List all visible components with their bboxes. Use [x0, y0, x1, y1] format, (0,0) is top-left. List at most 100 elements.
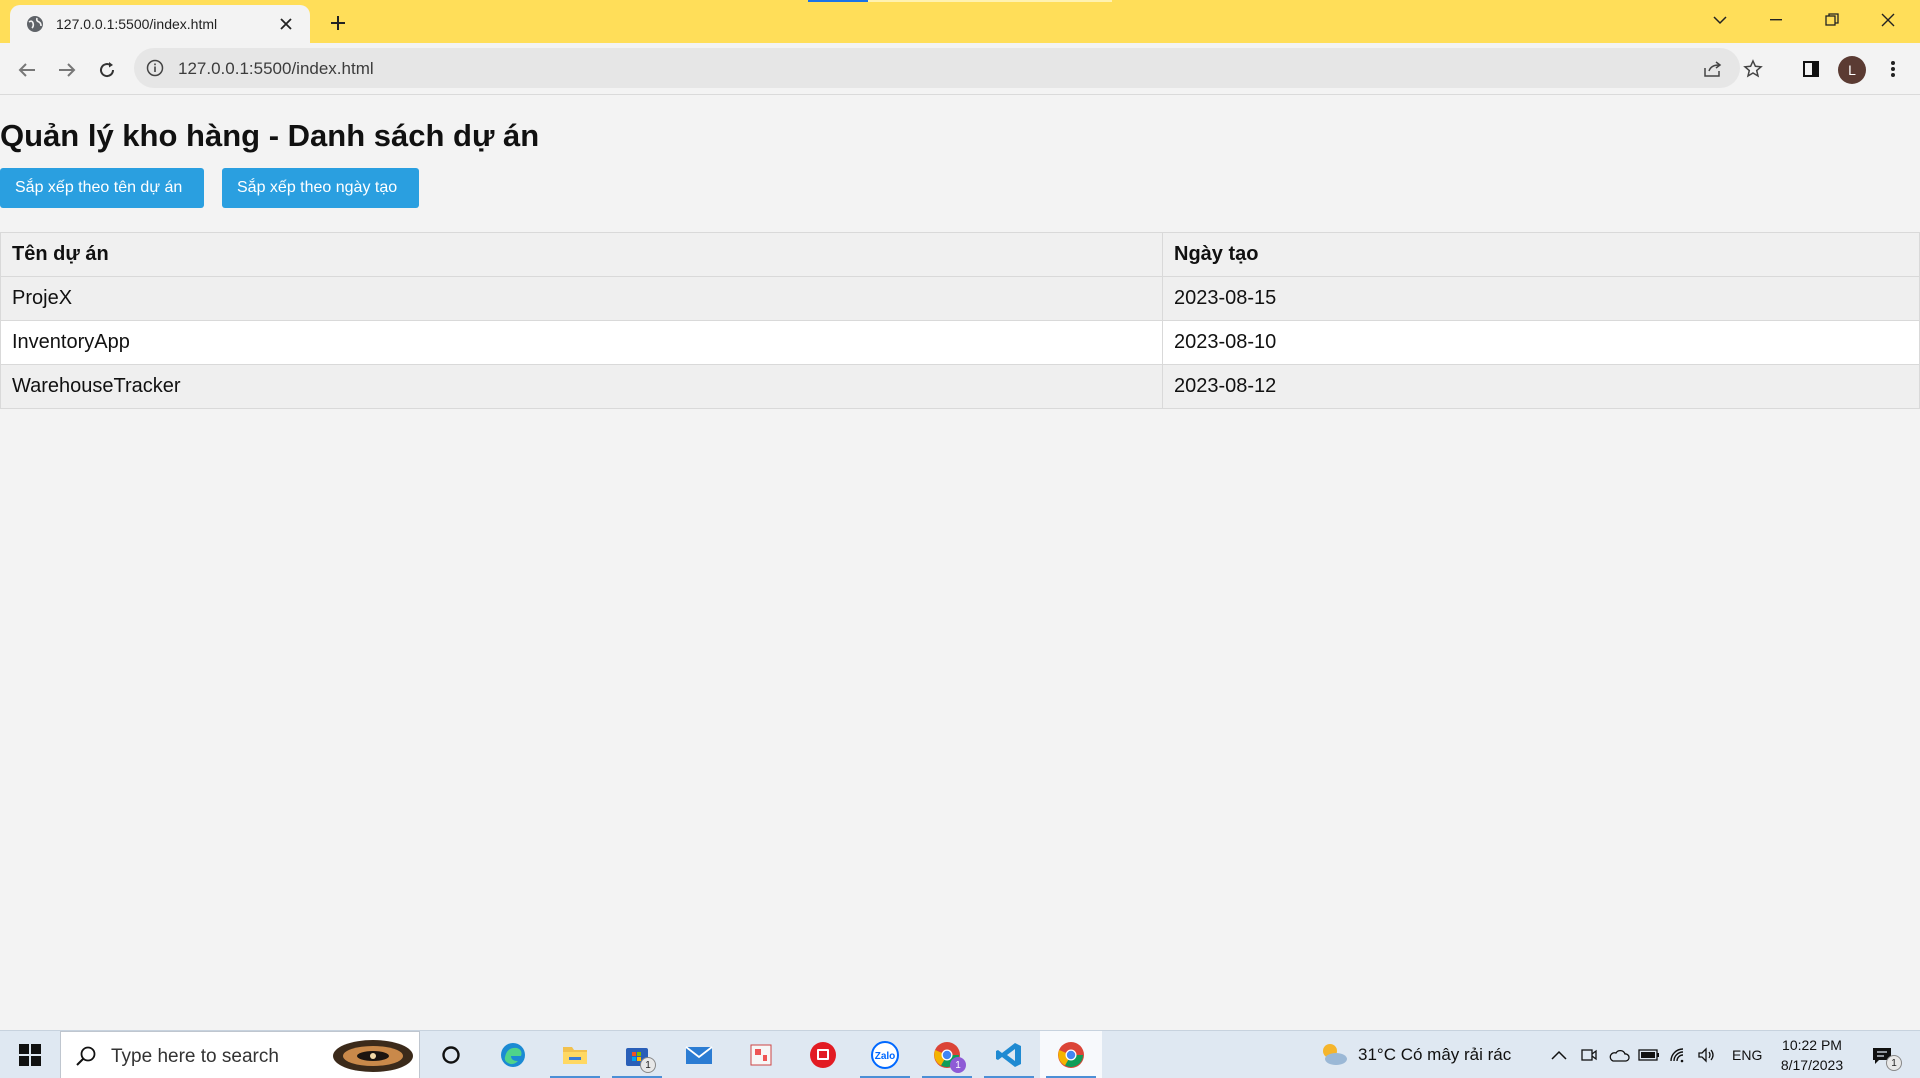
cloud-icon — [1609, 1049, 1630, 1062]
tab-strip-highlight-secondary — [868, 0, 1112, 2]
project-name-cell: InventoryApp — [0, 320, 1163, 365]
store-badge: 1 — [640, 1057, 656, 1073]
plus-icon — [331, 16, 345, 30]
svg-text:Zalo: Zalo — [875, 1051, 896, 1062]
battery-button[interactable] — [1638, 1044, 1660, 1066]
clock[interactable]: 10:22 PM 8/17/2023 — [1764, 1035, 1860, 1075]
zalo-app[interactable]: Zalo — [854, 1031, 916, 1078]
address-bar[interactable]: 127.0.0.1:5500/index.html — [134, 48, 1763, 88]
kebab-menu-icon — [1891, 61, 1895, 77]
snipping-tool-app[interactable] — [730, 1031, 792, 1078]
site-info-icon[interactable] — [146, 59, 164, 77]
project-name-cell: WarehouseTracker — [0, 364, 1163, 409]
project-date-cell: 2023-08-12 — [1162, 364, 1920, 409]
red-app[interactable] — [792, 1031, 854, 1078]
snipping-icon — [750, 1044, 772, 1066]
arrow-right-icon — [59, 63, 76, 77]
page-title: Quản lý kho hàng - Danh sách dự án — [0, 118, 540, 153]
start-button[interactable] — [0, 1031, 60, 1078]
browser-title-bar: 127.0.0.1:5500/index.html — [0, 0, 1920, 43]
weather-icon[interactable] — [1318, 1039, 1350, 1071]
chrome-profile-app[interactable]: 1 — [916, 1031, 978, 1078]
new-tab-button[interactable] — [324, 9, 352, 37]
browser-tab-active[interactable]: 127.0.0.1:5500/index.html — [10, 5, 310, 43]
edge-icon — [501, 1043, 525, 1067]
star-icon — [1743, 59, 1763, 78]
network-button[interactable] — [1668, 1044, 1690, 1066]
page-content: Quản lý kho hàng - Danh sách dự án Sắp x… — [0, 96, 1920, 1030]
vscode-icon — [996, 1043, 1021, 1067]
speaker-icon — [1698, 1047, 1714, 1063]
notification-badge: 1 — [1886, 1055, 1902, 1071]
browser-toolbar: 127.0.0.1:5500/index.html L — [0, 43, 1920, 95]
cortana-icon — [442, 1046, 460, 1064]
browser-menu-button[interactable] — [1880, 56, 1906, 82]
project-name-cell: ProjeX — [0, 276, 1163, 321]
column-header-name: Tên dự án — [0, 232, 1163, 277]
table-row: WarehouseTracker 2023-08-12 — [0, 364, 1920, 409]
mail-icon — [685, 1046, 713, 1064]
chrome-profile-badge: 1 — [950, 1057, 966, 1073]
wifi-icon — [1670, 1048, 1684, 1063]
meet-now-button[interactable] — [1578, 1044, 1600, 1066]
weather-text[interactable]: 31°C Có mây rải rác — [1358, 1045, 1511, 1065]
battery-icon — [1638, 1049, 1659, 1061]
input-language[interactable]: ENG — [1732, 1047, 1762, 1063]
folder-icon — [563, 1047, 587, 1064]
volume-button[interactable] — [1696, 1044, 1718, 1066]
windows-taskbar: Type here to search 1 Zalo 1 31°C Có mây… — [0, 1030, 1920, 1078]
zalo-icon: Zalo — [871, 1041, 899, 1069]
close-icon — [1881, 13, 1895, 27]
forward-button[interactable] — [52, 55, 82, 85]
chrome-app[interactable] — [1040, 1031, 1102, 1078]
table-header-row: Tên dự án Ngày tạo — [0, 232, 1920, 277]
minimize-button[interactable] — [1756, 6, 1796, 34]
show-hidden-icons-button[interactable] — [1548, 1044, 1570, 1066]
edge-app[interactable] — [482, 1031, 544, 1078]
minimize-icon — [1770, 19, 1782, 21]
table-row: InventoryApp 2023-08-10 — [0, 320, 1920, 365]
chrome-icon — [1058, 1042, 1084, 1068]
sort-by-name-button[interactable]: Sắp xếp theo tên dự án — [0, 168, 204, 208]
share-button[interactable] — [1700, 56, 1726, 82]
table-row: ProjeX 2023-08-15 — [0, 276, 1920, 321]
share-icon — [1704, 61, 1722, 77]
mail-app[interactable] — [668, 1031, 730, 1078]
profile-avatar[interactable]: L — [1838, 56, 1866, 84]
sort-by-date-button[interactable]: Sắp xếp theo ngày tạo — [222, 168, 419, 208]
globe-icon — [27, 16, 43, 32]
restore-button[interactable] — [1812, 6, 1852, 34]
task-view-button[interactable] — [420, 1031, 482, 1078]
bookmark-button[interactable] — [1740, 56, 1766, 82]
chevron-up-icon — [1551, 1050, 1567, 1060]
taskbar-search-box[interactable]: Type here to search — [60, 1031, 420, 1078]
column-header-date: Ngày tạo — [1162, 232, 1920, 277]
chevron-down-icon — [1713, 16, 1727, 25]
close-tab-icon[interactable] — [276, 14, 296, 34]
restore-icon — [1825, 13, 1839, 26]
reload-icon — [100, 62, 115, 78]
close-window-button[interactable] — [1868, 6, 1908, 34]
side-panel-button[interactable] — [1798, 56, 1824, 82]
file-explorer-app[interactable] — [544, 1031, 606, 1078]
search-highlight-image — [333, 1040, 413, 1072]
project-table: Tên dự án Ngày tạo ProjeX 2023-08-15 Inv… — [0, 232, 1920, 409]
reload-button[interactable] — [92, 55, 122, 85]
search-icon — [76, 1046, 96, 1066]
back-button[interactable] — [12, 55, 42, 85]
onedrive-button[interactable] — [1608, 1044, 1630, 1066]
tab-title: 127.0.0.1:5500/index.html — [56, 16, 218, 32]
arrow-left-icon — [18, 63, 35, 77]
notification-center-button[interactable]: 1 — [1868, 1043, 1902, 1071]
vscode-app[interactable] — [978, 1031, 1040, 1078]
side-panel-icon — [1803, 61, 1819, 77]
tab-strip-highlight — [808, 0, 868, 2]
tab-search-button[interactable] — [1700, 6, 1740, 34]
url-text: 127.0.0.1:5500/index.html — [178, 59, 374, 78]
project-date-cell: 2023-08-10 — [1162, 320, 1920, 365]
red-app-icon — [810, 1042, 836, 1068]
project-date-cell: 2023-08-15 — [1162, 276, 1920, 321]
microsoft-store-app[interactable]: 1 — [606, 1031, 668, 1078]
search-placeholder: Type here to search — [111, 1046, 279, 1067]
windows-logo-icon — [19, 1044, 41, 1066]
